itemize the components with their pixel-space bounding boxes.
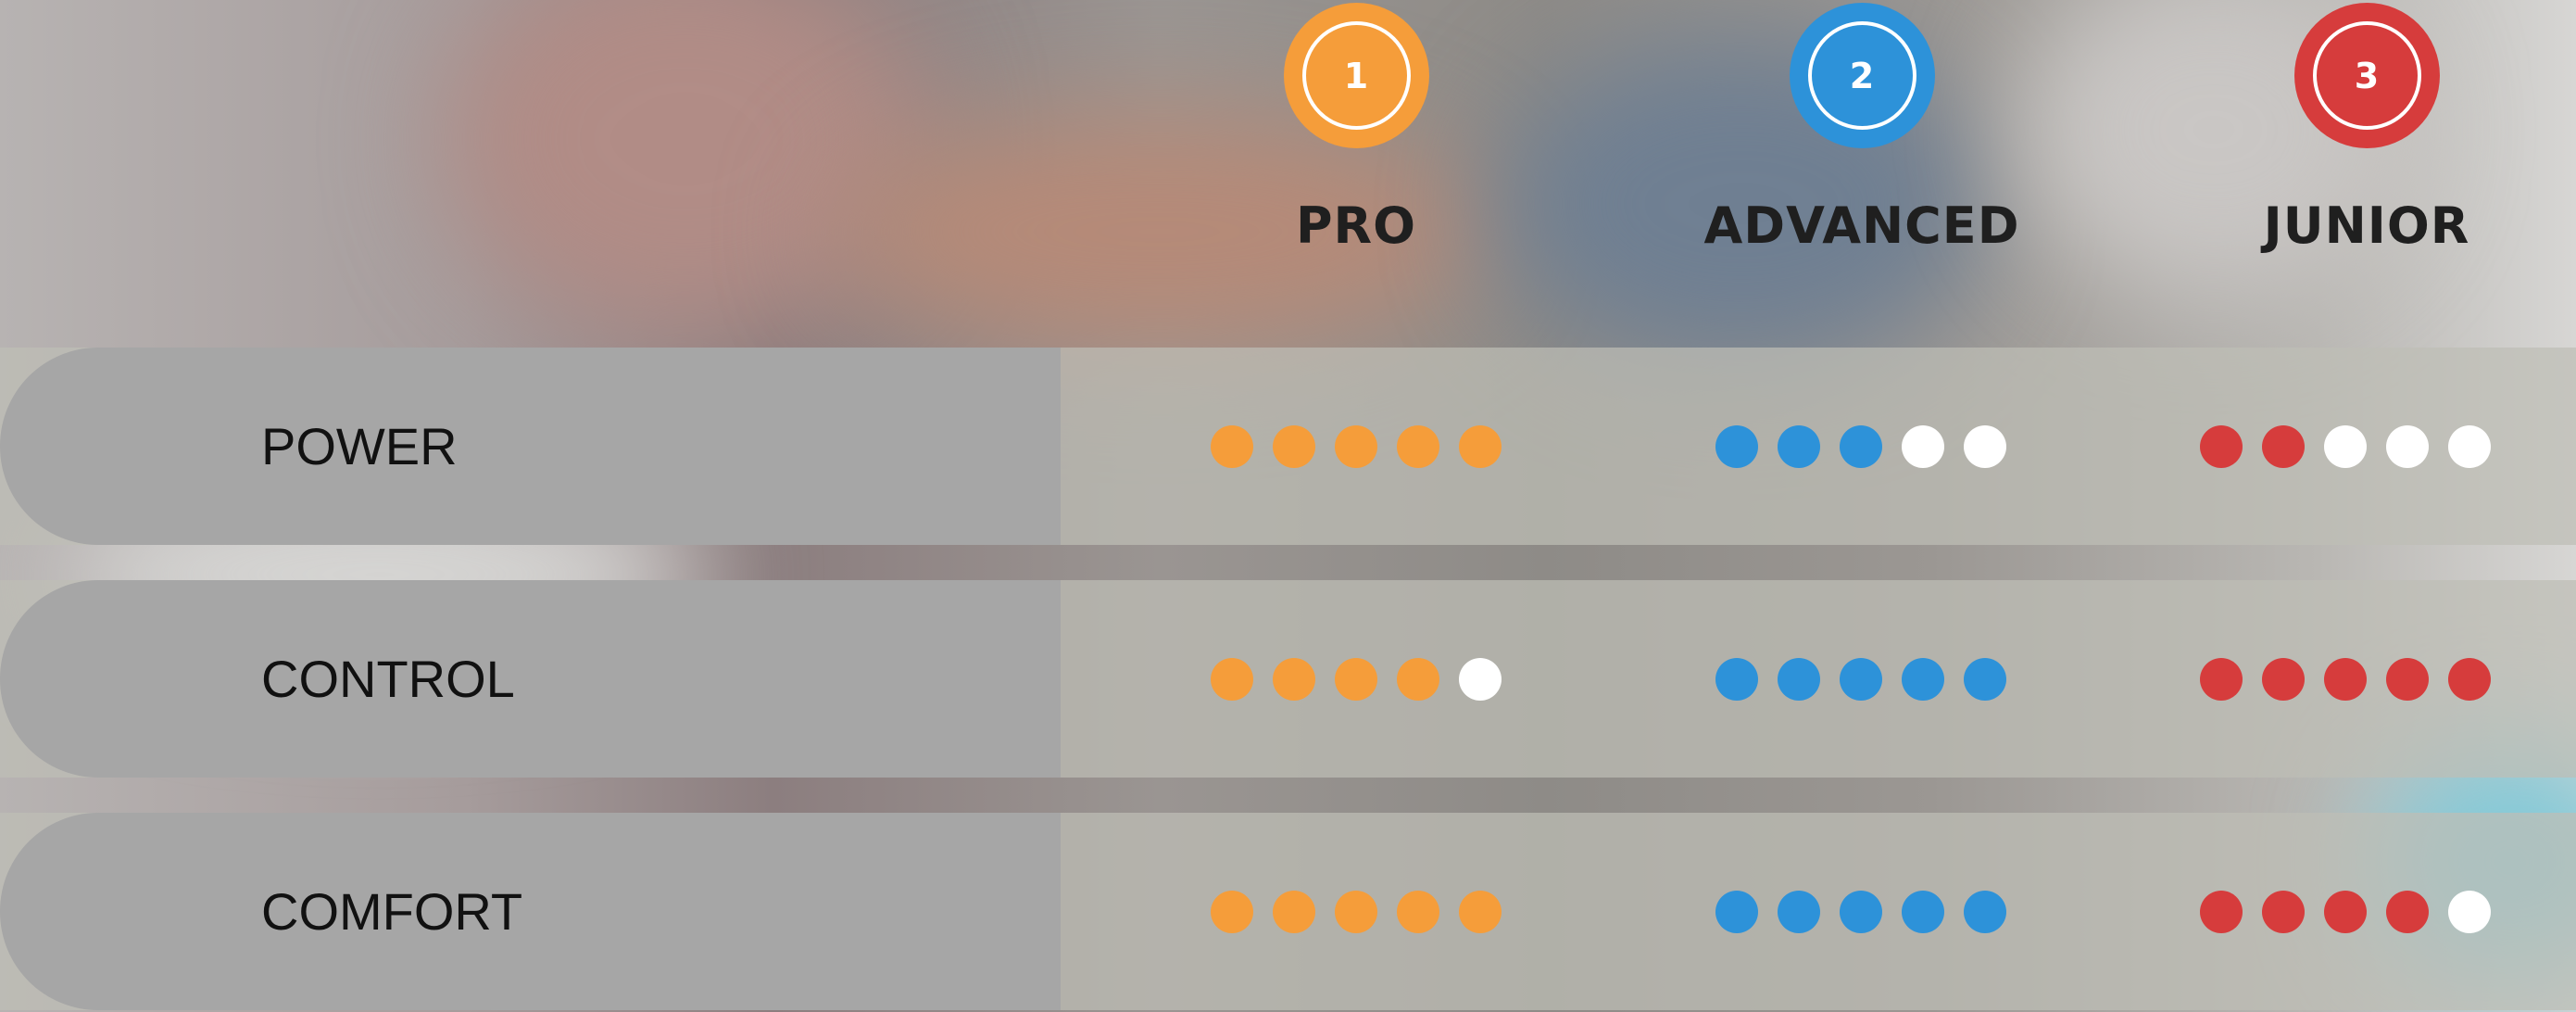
row-label-pill [0,580,1061,778]
row-label-pill [0,348,1061,545]
rating-dot-filled [1335,657,1377,701]
tier-badge-pro: 1 [1283,3,1429,148]
rating-dot-empty [2448,890,2491,933]
rating-dot-filled [2386,890,2429,933]
rating-dot-filled [1211,424,1253,468]
tier-number-advanced: 2 [1807,21,1916,130]
rating-row-comfort: COMFORT [0,813,2576,1010]
tier-header-advanced: 2 ADVANCED [1695,0,2029,306]
rating-dot-empty [2386,424,2429,468]
row-label-pill [0,813,1061,1010]
rating-dots-junior [2200,813,2491,1010]
rating-dot-filled [1397,424,1439,468]
rating-dots-pro [1211,580,1502,778]
rating-dot-filled [1273,657,1315,701]
rating-dot-filled [1211,657,1253,701]
tier-name-advanced: ADVANCED [1703,196,2020,255]
tier-number-junior: 3 [2312,21,2421,130]
tier-number-pro: 1 [1301,21,1411,130]
tier-badge-advanced: 2 [1789,3,1935,148]
rating-dot-filled [1902,657,1944,701]
rating-dot-empty [2448,424,2491,468]
rating-dot-filled [1778,424,1820,468]
rating-dot-filled [1335,424,1377,468]
tier-name-pro: PRO [1295,196,1417,255]
rating-dot-filled [2200,424,2243,468]
rating-dot-filled [1211,890,1253,933]
rating-dot-filled [1335,890,1377,933]
rating-dot-filled [1273,424,1315,468]
rating-dots-junior [2200,348,2491,545]
rating-dot-filled [2200,890,2243,933]
row-label-comfort: COMFORT [261,882,523,941]
rating-dot-filled [1715,657,1758,701]
rating-dots-junior [2200,580,2491,778]
rating-dots-advanced [1715,348,2006,545]
rating-dots-advanced [1715,580,2006,778]
rating-dots-pro [1211,348,1502,545]
rating-row-power: POWER [0,348,2576,545]
rating-dot-filled [1778,657,1820,701]
rating-dots-pro [1211,813,1502,1010]
rating-dot-filled [1840,424,1882,468]
rating-dot-filled [2262,424,2305,468]
rating-dot-filled [1715,424,1758,468]
rating-dot-filled [1715,890,1758,933]
rating-dot-filled [2386,657,2429,701]
rating-dot-empty [1964,424,2006,468]
rating-dot-empty [1902,424,1944,468]
rating-dot-filled [2262,657,2305,701]
rating-dot-filled [1459,424,1502,468]
row-label-control: CONTROL [261,650,515,708]
rating-dot-filled [1840,890,1882,933]
rating-dot-filled [1964,890,2006,933]
rating-dot-filled [1902,890,1944,933]
rating-dot-filled [1778,890,1820,933]
rating-dot-filled [1840,657,1882,701]
rating-dots-advanced [1715,813,2006,1010]
rating-dot-filled [2324,890,2367,933]
rating-dot-filled [2448,657,2491,701]
rating-dot-empty [1459,657,1502,701]
tier-header-pro: 1 PRO [1189,0,1523,306]
rating-dot-filled [1964,657,2006,701]
rating-dot-filled [2200,657,2243,701]
tier-name-junior: JUNIOR [2263,196,2470,255]
rating-dot-filled [1397,890,1439,933]
rating-dot-filled [1397,657,1439,701]
rating-row-control: CONTROL [0,580,2576,778]
rating-dot-filled [1459,890,1502,933]
rating-dot-filled [2324,657,2367,701]
tier-header-junior: 3 JUNIOR [2200,0,2533,306]
rating-dot-filled [1273,890,1315,933]
tier-badge-junior: 3 [2293,3,2440,148]
rating-dot-filled [2262,890,2305,933]
rating-dot-empty [2324,424,2367,468]
row-label-power: POWER [261,417,458,475]
